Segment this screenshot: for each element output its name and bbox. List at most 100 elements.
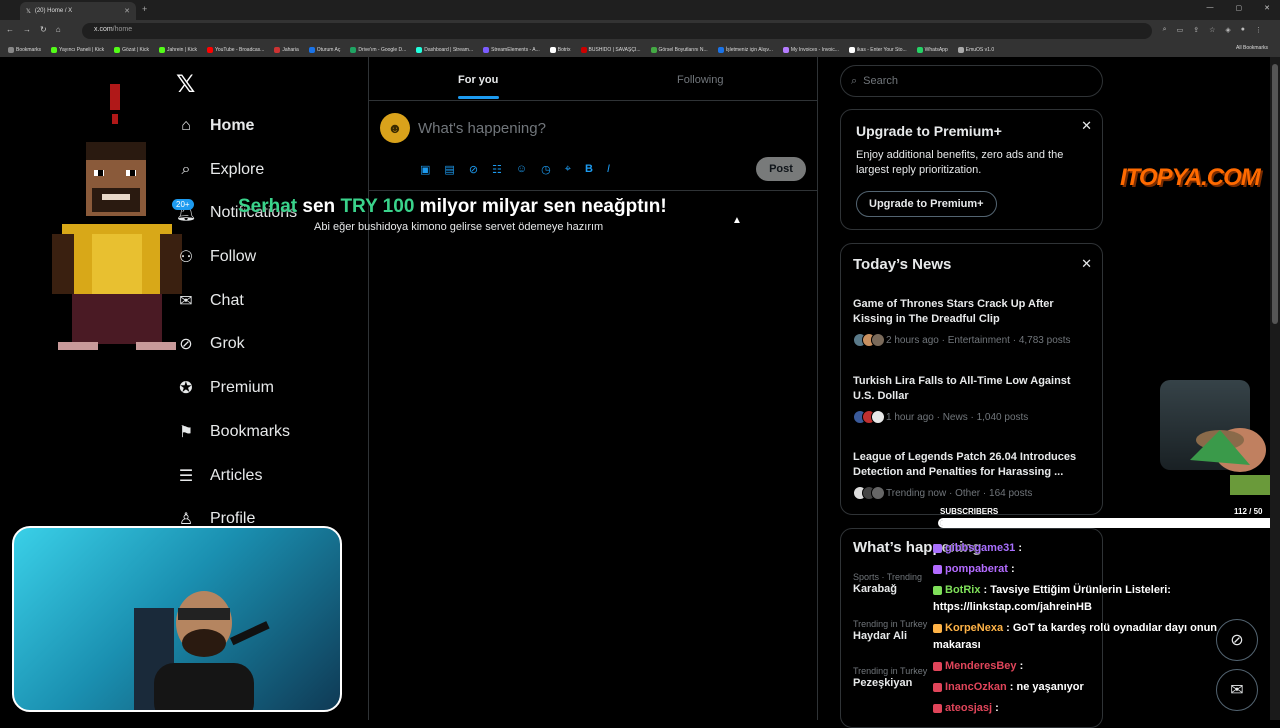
compose-input[interactable]: What's happening? <box>418 120 546 137</box>
schedule-icon[interactable]: ◷ <box>541 163 551 176</box>
bookmark-item[interactable]: Gözat | Kick <box>114 46 149 53</box>
extension-icon[interactable]: ◈ <box>1225 26 1230 34</box>
nav-label: Bookmarks <box>210 423 291 440</box>
all-bookmarks[interactable]: All Bookmarks <box>1236 45 1268 51</box>
bookmark-item[interactable]: YouTube - Broadcas... <box>206 46 264 53</box>
grok-icon[interactable]: ⊘ <box>469 163 478 176</box>
chat-badge-icon <box>933 623 942 633</box>
premium-body: Enjoy additional benefits, zero ads and … <box>856 149 1064 176</box>
tab-for-you[interactable]: For you <box>458 74 498 86</box>
trend-item[interactable]: Trending in Turkey Haydar Ali <box>853 619 927 642</box>
search-input[interactable]: ⌕ Search <box>840 65 1103 97</box>
nav-home[interactable]: ⌂ Home <box>176 116 254 136</box>
close-tab-icon[interactable]: ✕ <box>124 7 130 15</box>
new-tab-icon[interactable]: + <box>142 4 147 14</box>
close-icon[interactable]: ✕ <box>1081 118 1092 134</box>
profile-icon[interactable]: ● <box>1241 26 1245 34</box>
bookmark-item[interactable]: Yayıncı Paneli | Kick <box>51 46 104 53</box>
back-icon[interactable]: ← <box>6 25 14 34</box>
location-icon[interactable]: ⌖ <box>565 163 571 176</box>
chat-username: KorpeNexa <box>945 622 1004 634</box>
avatars <box>853 333 885 347</box>
home-icon[interactable]: ⌂ <box>56 25 61 34</box>
bookmark-favicon-icon <box>549 46 556 53</box>
forward-icon[interactable]: → <box>23 25 31 34</box>
bookmark-item[interactable]: Botrix <box>549 46 571 53</box>
trend-item[interactable]: Sports · Trending Karabağ <box>853 572 922 595</box>
bookmark-item[interactable]: İşletmeniz için Alışv... <box>717 46 773 53</box>
nav-chat[interactable]: ✉ Chat <box>176 291 244 311</box>
chat-badge-icon <box>933 682 942 692</box>
bookmark-label: Botrix <box>557 46 571 53</box>
cast-icon[interactable]: ▭ <box>1177 26 1184 34</box>
maximize-icon[interactable]: ▢ <box>1236 4 1243 12</box>
reload-icon[interactable]: ↻ <box>40 25 47 34</box>
news-meta: 2 hours ago · Entertainment · 4,783 post… <box>886 334 1071 346</box>
bookmark-favicon-icon <box>206 46 213 53</box>
url-bar[interactable]: x.com/home <box>82 23 1152 39</box>
x-favicon-icon: 𝕏 <box>26 8 31 15</box>
star-icon[interactable]: ☆ <box>1209 26 1215 34</box>
tab-following[interactable]: Following <box>677 74 723 86</box>
bookmark-item[interactable]: Drive'ım - Google D... <box>350 46 406 53</box>
nav-grok[interactable]: ⊘ Grok <box>176 334 244 354</box>
nav-premium[interactable]: ✪ Premium <box>176 378 274 398</box>
minimize-icon[interactable]: — <box>1207 4 1214 12</box>
bookmark-item[interactable]: Jahrein | Kick <box>159 46 197 53</box>
x-logo-icon[interactable]: 𝕏 <box>176 70 195 99</box>
bookmark-item[interactable]: Dashboard | Stream... <box>416 46 473 53</box>
news-item[interactable]: Game of Thrones Stars Crack Up After Kis… <box>853 297 1093 347</box>
gif-icon[interactable]: ▤ <box>444 163 454 176</box>
menu-icon[interactable]: ⋮ <box>1255 26 1262 34</box>
image-icon[interactable]: ▣ <box>420 163 430 176</box>
messages-fab[interactable]: ✉ <box>1216 669 1258 711</box>
streamer-image <box>134 591 270 710</box>
news-item[interactable]: Turkish Lira Falls to All-Time Low Again… <box>853 374 1093 424</box>
bookmark-item[interactable]: ikas - Enter Your Sto... <box>848 46 907 53</box>
bookmark-item[interactable]: My Invoices - Invoic... <box>782 46 839 53</box>
composer-divider <box>369 190 817 191</box>
bookmark-favicon-icon <box>114 46 121 53</box>
bookmark-favicon-icon <box>782 46 789 53</box>
news-meta: Trending now · Other · 164 posts <box>886 487 1033 499</box>
nav-bookmarks[interactable]: ⚑ Bookmarks <box>176 422 290 442</box>
scrollbar-thumb[interactable] <box>1272 64 1278 324</box>
grok-fab[interactable]: ⊘ <box>1216 619 1258 661</box>
nav-explore[interactable]: ⌕ Explore <box>176 160 265 180</box>
bookmark-item[interactable]: Görsel Boyutlarını N... <box>650 46 708 53</box>
mail-icon: ✉ <box>179 293 193 310</box>
poll-icon[interactable]: ☷ <box>492 163 502 176</box>
bookmark-item[interactable]: EmuOS v1.0 <box>957 46 994 53</box>
bookmark-item[interactable]: StreamElements - A... <box>483 46 540 53</box>
active-tab-indicator <box>458 96 499 99</box>
emoji-icon[interactable]: ☺ <box>516 163 527 176</box>
bookmark-item[interactable]: Jaharia <box>274 46 299 53</box>
avatar[interactable]: ☻ <box>380 113 410 143</box>
chat-text: : <box>992 702 999 714</box>
trend-context: Trending in Turkey <box>853 619 928 629</box>
nav-follow[interactable]: ⚇ Follow <box>176 247 256 267</box>
trend-item[interactable]: Trending in Turkey Pezeşkiyan <box>853 666 927 689</box>
chat-badge-icon <box>933 585 942 595</box>
bookmark-item[interactable]: WhatsApp <box>916 46 948 53</box>
bookmark-label: Jaharia <box>282 46 299 53</box>
bookmark-item[interactable]: Oturum Aç <box>308 46 340 53</box>
share-icon[interactable]: ⇪ <box>1193 26 1199 34</box>
browser-tab[interactable]: 𝕏 (20) Home / X ✕ <box>20 2 136 20</box>
bookmark-item[interactable]: Bookmarks <box>8 46 41 53</box>
news-item[interactable]: League of Legends Patch 26.04 Introduces… <box>853 450 1093 500</box>
bookmark-item[interactable]: BUSHIDO | SAVAŞÇI... <box>580 46 641 53</box>
close-icon[interactable]: ✕ <box>1081 256 1092 272</box>
subscribers-label: SUBSCRIBERS <box>940 507 999 516</box>
close-window-icon[interactable]: ✕ <box>1264 4 1270 12</box>
upgrade-premium-button[interactable]: Upgrade to Premium+ <box>856 191 997 217</box>
notifications-badge: 20+ <box>172 199 194 210</box>
zoom-icon[interactable]: ⌕ <box>1163 26 1167 34</box>
post-button[interactable]: Post <box>756 157 806 181</box>
italic-icon[interactable]: I <box>607 163 610 176</box>
chat-text: : <box>1016 660 1024 672</box>
bold-icon[interactable]: B <box>585 163 593 176</box>
webcam-feed <box>12 526 342 712</box>
nav-articles[interactable]: ☰ Articles <box>176 466 263 486</box>
chat-badge-icon <box>933 564 942 574</box>
